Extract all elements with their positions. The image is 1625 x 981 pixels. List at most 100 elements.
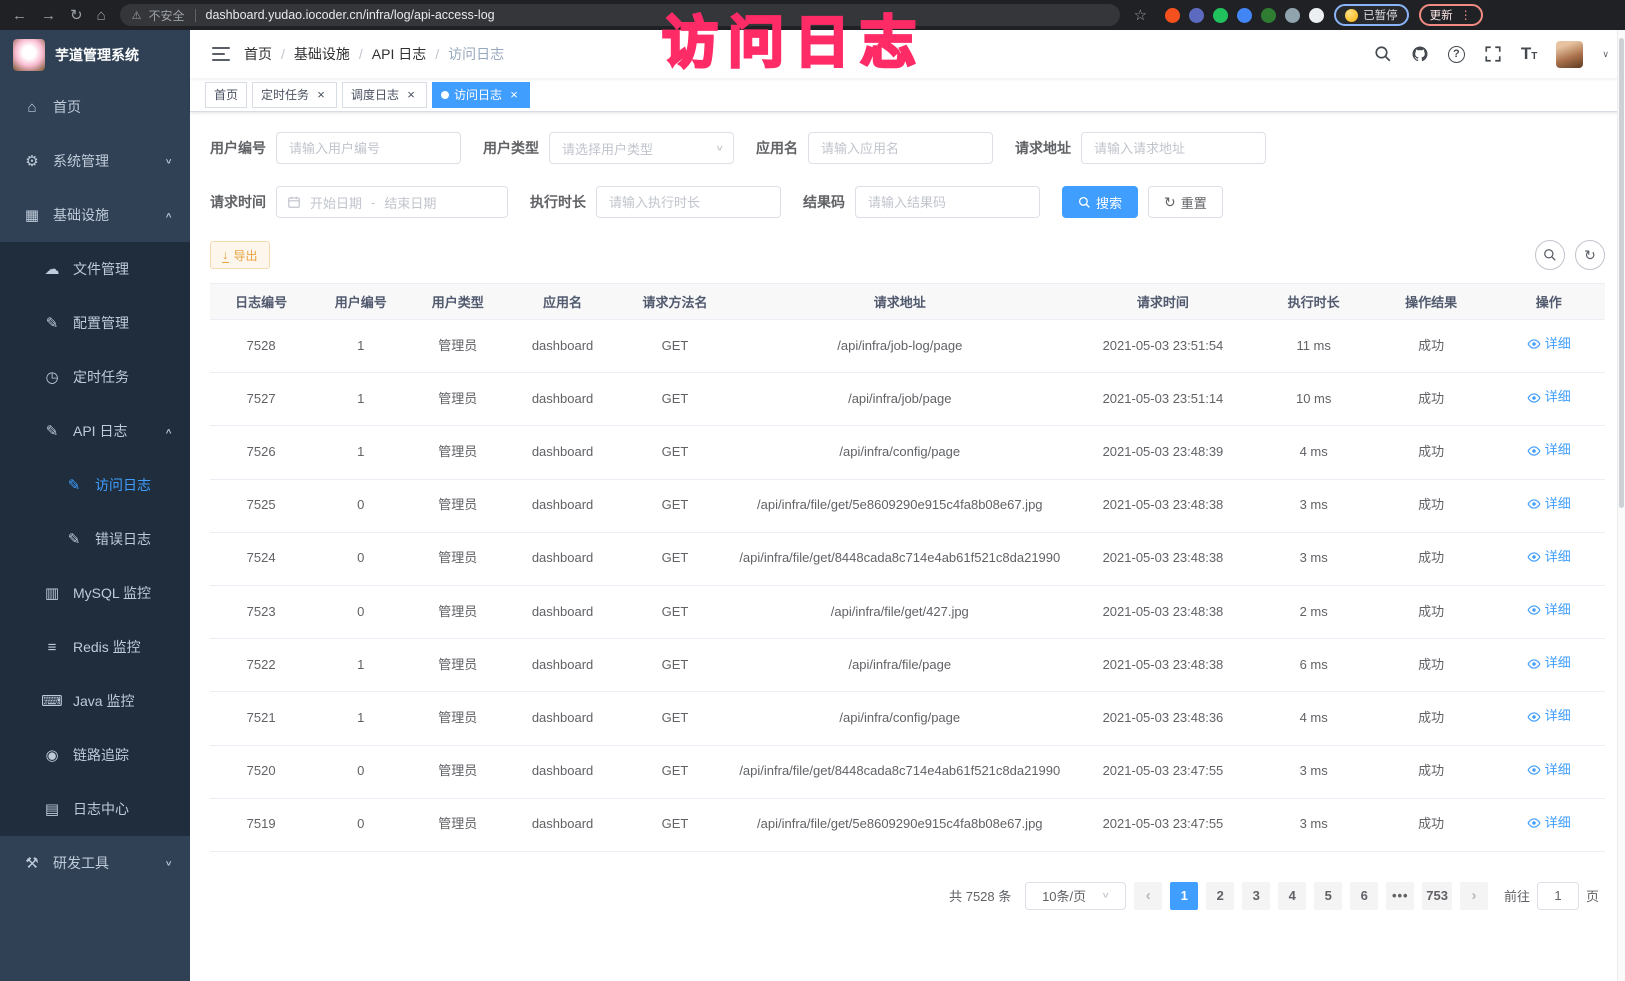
sidebar-item-infra[interactable]: ▦基础设施∧ [0, 188, 190, 242]
browser-menu-dots-icon[interactable]: ⋮ [1460, 8, 1472, 22]
sidebar-item-log-center[interactable]: ▤日志中心 [0, 782, 190, 836]
detail-link[interactable]: 详细 [1527, 600, 1571, 621]
tab-close-icon[interactable]: × [404, 88, 418, 102]
more-pages-icon[interactable]: ••• [1386, 882, 1414, 910]
sidebar-item-home[interactable]: ⌂首页 [0, 80, 190, 134]
help-icon[interactable]: ? [1448, 46, 1465, 63]
user-avatar[interactable] [1556, 41, 1583, 68]
export-button[interactable]: ↓ 导出 [210, 241, 270, 269]
bookmark-star-icon[interactable]: ☆ [1134, 8, 1147, 23]
hamburger-icon[interactable] [212, 47, 230, 61]
tab-item[interactable]: 调度日志× [342, 82, 427, 108]
table-cell: dashboard [506, 532, 618, 585]
detail-link[interactable]: 详细 [1527, 706, 1571, 727]
toggle-search-form-button[interactable] [1535, 240, 1565, 270]
sidebar-item-system[interactable]: ⚙系统管理∨ [0, 134, 190, 188]
breadcrumb-item[interactable]: 首页 [244, 44, 272, 64]
result-code-input[interactable] [855, 186, 1040, 218]
detail-link[interactable]: 详细 [1527, 653, 1571, 674]
browser-address-bar[interactable]: ⚠ 不安全 dashboard.yudao.iocoder.cn/infra/l… [120, 4, 1120, 26]
page-button-1[interactable]: 1 [1170, 882, 1198, 910]
extension-icon-white[interactable] [1309, 8, 1324, 23]
page-button-4[interactable]: 4 [1278, 882, 1306, 910]
detail-label: 详细 [1545, 440, 1571, 461]
page-button-5[interactable]: 5 [1314, 882, 1342, 910]
sidebar-item-redis[interactable]: ≡Redis 监控 [0, 620, 190, 674]
browser-back-button[interactable]: ← [12, 8, 27, 23]
user-id-input[interactable] [276, 132, 461, 164]
filter-request-time: 请求时间 开始日期 - 结束日期 [210, 186, 508, 218]
sidebar: 芋道管理系统 ⌂首页⚙系统管理∨▦基础设施∧☁文件管理✎配置管理◷定时任务✎AP… [0, 30, 190, 981]
sidebar-item-access-log[interactable]: ✎访问日志 [0, 458, 190, 512]
sidebar-item-file[interactable]: ☁文件管理 [0, 242, 190, 296]
table-cell: 详细 [1493, 692, 1606, 745]
next-page-button[interactable]: › [1460, 882, 1488, 910]
request-url-input[interactable] [1081, 132, 1266, 164]
tab-close-icon[interactable]: × [507, 88, 521, 102]
detail-link[interactable]: 详细 [1527, 547, 1571, 568]
prev-page-button[interactable]: ‹ [1134, 882, 1162, 910]
refresh-table-button[interactable]: ↻ [1575, 240, 1605, 270]
detail-link[interactable]: 详细 [1527, 440, 1571, 461]
extension-icon-blue[interactable] [1237, 8, 1252, 23]
user-type-select[interactable]: 请选择用户类型 ∨ [549, 132, 734, 164]
tab-item[interactable]: 定时任务× [252, 82, 337, 108]
sidebar-item-java[interactable]: ⌨Java 监控 [0, 674, 190, 728]
reset-button[interactable]: ↻ 重置 [1148, 186, 1223, 218]
browser-forward-button[interactable]: → [41, 8, 56, 23]
duration-input[interactable] [596, 186, 781, 218]
detail-link[interactable]: 详细 [1527, 760, 1571, 781]
table-row: 75250管理员dashboardGET/api/infra/file/get/… [210, 479, 1605, 532]
table-cell: 管理员 [409, 639, 506, 692]
sidebar-item-api-log[interactable]: ✎API 日志∧ [0, 404, 190, 458]
profile-face-icon [1345, 9, 1358, 22]
sidebar-item-error-log[interactable]: ✎错误日志 [0, 512, 190, 566]
page-button-2[interactable]: 2 [1206, 882, 1234, 910]
column-header: 日志编号 [210, 284, 312, 320]
scrollbar-thumb[interactable] [1619, 38, 1624, 508]
chevron-up-icon: ∧ [164, 427, 172, 435]
tab-active[interactable]: 访问日志× [432, 82, 530, 108]
window-scrollbar[interactable] [1617, 30, 1625, 981]
breadcrumb-item[interactable]: API 日志 [372, 44, 426, 64]
browser-update-button[interactable]: 更新 ⋮ [1419, 4, 1483, 26]
table-cell: 7528 [210, 320, 312, 373]
sidebar-item-dev-tools[interactable]: ⚒研发工具∨ [0, 836, 190, 890]
sidebar-logo-row[interactable]: 芋道管理系统 [0, 30, 190, 80]
app-name-input[interactable] [808, 132, 993, 164]
tab-item[interactable]: 首页 [205, 82, 247, 108]
tab-close-icon[interactable]: × [314, 88, 328, 102]
sidebar-item-mysql[interactable]: ▥MySQL 监控 [0, 566, 190, 620]
table-cell: /api/infra/config/page [731, 426, 1068, 479]
fullscreen-icon[interactable] [1484, 45, 1502, 63]
detail-link[interactable]: 详细 [1527, 387, 1571, 408]
browser-reload-button[interactable]: ↻ [70, 8, 83, 23]
goto-page-input[interactable] [1537, 882, 1579, 910]
request-time-range-picker[interactable]: 开始日期 - 结束日期 [276, 186, 508, 218]
browser-home-button[interactable]: ⌂ [97, 8, 106, 23]
breadcrumb-item[interactable]: 基础设施 [294, 44, 350, 64]
extension-icon-purple-shield[interactable] [1189, 8, 1204, 23]
page-size-select[interactable]: 10条/页∨ [1025, 882, 1126, 910]
page-button-753[interactable]: 753 [1422, 882, 1452, 910]
github-icon[interactable] [1411, 45, 1429, 63]
extension-icon-dark-green[interactable] [1261, 8, 1276, 23]
sidebar-item-job[interactable]: ◷定时任务 [0, 350, 190, 404]
font-size-icon[interactable]: TT [1521, 44, 1538, 64]
extension-icon-gray[interactable] [1285, 8, 1300, 23]
extension-icon-orange[interactable] [1165, 8, 1180, 23]
detail-link[interactable]: 详细 [1527, 494, 1571, 515]
table-cell: /api/infra/file/get/8448cada8c714e4ab61f… [731, 745, 1068, 798]
sidebar-item-config[interactable]: ✎配置管理 [0, 296, 190, 350]
page-button-6[interactable]: 6 [1350, 882, 1378, 910]
sidebar-item-trace[interactable]: ◉链路追踪 [0, 728, 190, 782]
detail-link[interactable]: 详细 [1527, 813, 1571, 834]
filter-result-code: 结果码 [803, 186, 1040, 218]
detail-link[interactable]: 详细 [1527, 334, 1571, 355]
page-button-3[interactable]: 3 [1242, 882, 1270, 910]
search-button[interactable]: 搜索 [1062, 186, 1138, 218]
avatar-caret-down-icon[interactable]: ∨ [1602, 49, 1609, 60]
search-icon[interactable] [1374, 45, 1392, 63]
extension-icon-green-circle[interactable] [1213, 8, 1228, 23]
browser-profile-chip[interactable]: 已暂停 [1334, 4, 1409, 26]
